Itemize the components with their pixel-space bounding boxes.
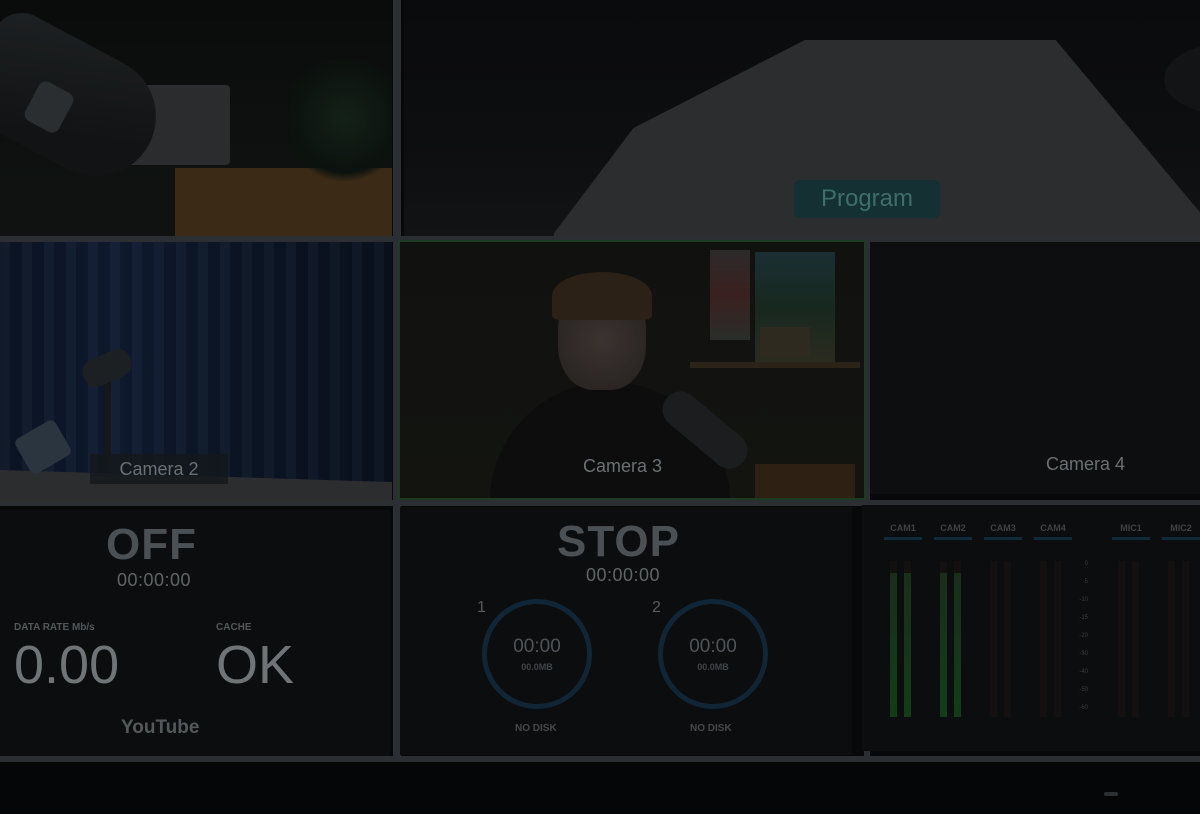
- audio-channel-name: CAM4: [1040, 523, 1066, 533]
- data-rate-value: 0.00: [14, 635, 120, 695]
- audio-level-track: [890, 561, 897, 717]
- scale-tick: 0: [1084, 561, 1088, 567]
- audio-level-fill: [890, 573, 897, 717]
- camera-label: Camera 4: [1046, 454, 1126, 474]
- disk-1-status: NO DISK: [515, 723, 557, 734]
- disk-1-size: 00.0MB: [521, 662, 553, 672]
- camera-3-view[interactable]: Camera 3: [398, 240, 866, 500]
- audio-channel-name: CAM2: [940, 523, 966, 533]
- audio-channel: CAM3: [982, 505, 1024, 751]
- audio-level-track: [1182, 561, 1189, 717]
- indicator-icon: [1104, 792, 1118, 796]
- stream-platform: YouTube: [121, 717, 200, 738]
- audio-channel: MIC2: [1160, 505, 1200, 751]
- camera-1-view[interactable]: [0, 0, 392, 236]
- orange-furniture: [755, 464, 855, 498]
- audio-channel: CAM1: [882, 505, 924, 751]
- disk-1-gauge[interactable]: 00:00 00.0MB: [482, 599, 592, 709]
- audio-level-track: [940, 561, 947, 717]
- audio-level-track: [1132, 561, 1139, 717]
- record-timecode: 00:00:00: [586, 565, 661, 585]
- scale-tick: -20: [1079, 633, 1088, 639]
- scale-tick: -10: [1079, 597, 1088, 603]
- audio-level-fill: [940, 573, 947, 717]
- presenter-hair: [552, 272, 652, 320]
- scale-tick: -5: [1082, 579, 1088, 585]
- audio-channel-bar: [884, 537, 922, 540]
- stream-timecode: 00:00:00: [117, 570, 192, 590]
- audio-channel-bar: [1162, 537, 1200, 540]
- audio-channel-bar: [1034, 537, 1072, 540]
- disk-1-number: 1: [477, 599, 486, 616]
- microphone: [0, 2, 178, 198]
- bookshelf: [710, 250, 750, 340]
- scale-tick: -50: [1079, 687, 1088, 693]
- audio-channel-bar: [984, 537, 1022, 540]
- cache-label: CACHE: [216, 622, 252, 633]
- audio-level-track: [1054, 561, 1061, 717]
- stream-panel: OFF 00:00:00 DATA RATE Mb/s CACHE 0.00 O…: [0, 510, 390, 756]
- audio-channel-bar: [1112, 537, 1150, 540]
- scale-tick: -30: [1079, 651, 1088, 657]
- plant: [290, 60, 392, 190]
- audio-scale: 0 -5 -10 -15 -20 -30 -40 -50 -60: [1068, 561, 1088, 721]
- audio-channel-bar: [934, 537, 972, 540]
- disk-2-size: 00.0MB: [697, 662, 729, 672]
- program-view[interactable]: Program: [404, 0, 1200, 236]
- shelf: [690, 362, 860, 368]
- camera-2-view[interactable]: Camera 2: [0, 242, 392, 502]
- record-panel: STOP 00:00:00 1 00:00 00.0MB NO DISK 2 0…: [400, 507, 852, 755]
- camera-4-view[interactable]: Camera 4: [870, 242, 1200, 494]
- audio-channel: CAM2: [932, 505, 974, 751]
- program-label: Program: [794, 180, 940, 218]
- camera-label: Camera 2: [90, 454, 228, 484]
- audio-level-track: [1168, 561, 1175, 717]
- audio-level-track: [904, 561, 911, 717]
- audio-level-fill: [954, 573, 961, 717]
- scale-tick: -40: [1079, 669, 1088, 675]
- audio-level-track: [954, 561, 961, 717]
- data-rate-label: DATA RATE Mb/s: [14, 622, 95, 633]
- disk-2-number: 2: [652, 599, 661, 616]
- lamp: [760, 327, 810, 357]
- disk-2-status: NO DISK: [690, 723, 732, 734]
- audio-level-track: [990, 561, 997, 717]
- audio-level-track: [1004, 561, 1011, 717]
- audio-level-track: [1118, 561, 1125, 717]
- audio-channel-name: CAM1: [890, 523, 916, 533]
- audio-channel-name: MIC2: [1170, 523, 1192, 533]
- cache-value: OK: [216, 635, 295, 695]
- presenter-arm: [1164, 44, 1200, 114]
- audio-channel: MIC1: [1110, 505, 1152, 751]
- disk-2-time: 00:00: [689, 636, 737, 657]
- record-status: STOP: [557, 517, 681, 566]
- disk-1-time: 00:00: [513, 636, 561, 657]
- bottom-bar: [0, 762, 1200, 814]
- audio-level-fill: [904, 573, 911, 717]
- audio-channel-name: CAM3: [990, 523, 1016, 533]
- audio-meters-panel: CAM1 CAM2 CAM3 CAM4 MIC1 MIC2 0 -5 -10 -15 -20 -30…: [862, 505, 1200, 751]
- stream-status: OFF: [106, 520, 197, 569]
- scale-tick: -15: [1079, 615, 1088, 621]
- scale-tick: -60: [1079, 705, 1088, 711]
- audio-channel-name: MIC1: [1120, 523, 1142, 533]
- audio-level-track: [1040, 561, 1047, 717]
- camera-label: Camera 3: [583, 456, 663, 476]
- disk-2-gauge[interactable]: 00:00 00.0MB: [658, 599, 768, 709]
